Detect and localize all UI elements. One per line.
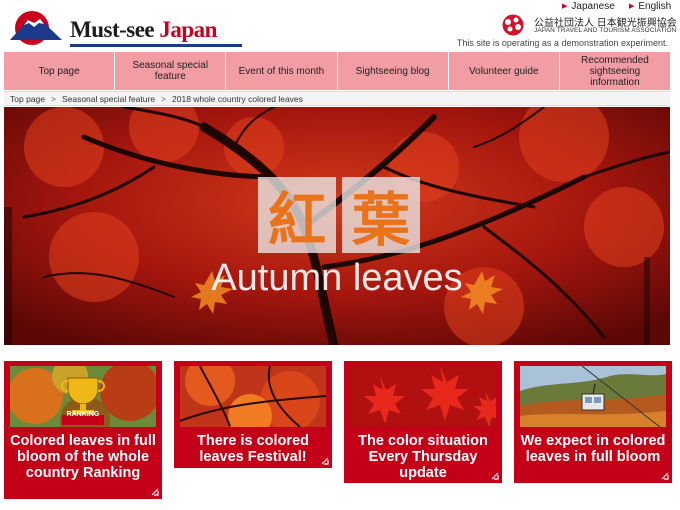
logo-wordmark: Must-see Japan	[70, 17, 217, 43]
triangle-icon: ▶	[562, 3, 568, 10]
arrow-corner-icon	[321, 457, 329, 465]
ranking-badge: RANKING	[66, 411, 100, 418]
card-color-situation-image	[350, 366, 496, 427]
lang-english-label: English	[638, 1, 672, 12]
nav-item-event-of-month[interactable]: Event of this month	[226, 52, 338, 90]
logo-text-japan: Japan	[159, 17, 217, 42]
card-festival-image	[180, 366, 326, 427]
nav-item-sightseeing-blog[interactable]: Sightseeing blog	[337, 52, 449, 90]
card-color-situation[interactable]: The color situation Every Thursday updat…	[344, 361, 502, 483]
demo-notice: This site is operating as a demonstratio…	[456, 38, 668, 48]
triangle-icon: ▶	[629, 3, 635, 10]
hero-kanji-kou: 紅	[258, 177, 336, 254]
lang-link-english[interactable]: ▶ English	[629, 1, 671, 12]
card-festival[interactable]: There is colored leaves Festival!	[174, 361, 332, 468]
lang-link-japanese[interactable]: ▶ Japanese	[562, 1, 615, 12]
card-forecast-image	[520, 366, 666, 427]
hero-kanji-you: 葉	[342, 177, 420, 254]
nav-item-seasonal-feature[interactable]: Seasonal special feature	[115, 52, 227, 90]
card-festival-title: There is colored leaves Festival!	[196, 433, 309, 465]
arrow-corner-icon	[491, 472, 499, 480]
nav-item-recommended-info[interactable]: Recommended sightseeing information	[559, 52, 671, 90]
autumn-leaves-photo	[4, 107, 670, 345]
lang-japanese-label: Japanese	[571, 1, 615, 12]
site-logo[interactable]: Must-see Japan	[8, 6, 242, 47]
card-color-situation-title: The color situation Every Thursday updat…	[358, 433, 488, 481]
breadcrumb-separator: >	[50, 93, 56, 104]
breadcrumb-separator: >	[161, 93, 167, 104]
nav-item-top-page[interactable]: Top page	[4, 52, 116, 90]
breadcrumb: Top page > Seasonal special feature > 20…	[4, 91, 670, 106]
arrow-corner-icon	[661, 472, 669, 480]
fuji-logo-icon	[10, 11, 62, 45]
breadcrumb-seasonal-feature[interactable]: Seasonal special feature	[62, 94, 155, 104]
site-header: Must-see Japan ▶ Japanese ▶ English 公益社団法人…	[0, 0, 680, 50]
nav-item-volunteer-guide[interactable]: Volunteer guide	[448, 52, 560, 90]
logo-underline	[70, 44, 242, 47]
main-nav: Top page Seasonal special feature Event …	[4, 52, 671, 90]
hero-subtitle: Autumn leaves	[211, 257, 463, 299]
logo-text-main: Must-see	[70, 17, 160, 42]
card-ranking-title: Colored leaves in full bloom of the whol…	[10, 433, 156, 481]
hero-banner: 紅 葉 Autumn leaves	[4, 107, 670, 345]
association-logo[interactable]: 公益社団法人 日本観光振興協会 JAPAN TRAVEL AND TOURISM…	[499, 14, 677, 36]
breadcrumb-top-page[interactable]: Top page	[10, 94, 45, 104]
card-forecast[interactable]: We expect in colored leaves in full bloo…	[514, 361, 672, 483]
association-name-en: JAPAN TRAVEL AND TOURISM ASSOCIATION	[534, 27, 677, 34]
association-emblem-icon	[502, 14, 524, 36]
breadcrumb-current: 2018 whole country colored leaves	[172, 93, 303, 104]
card-forecast-title: We expect in colored leaves in full bloo…	[520, 433, 666, 465]
card-ranking[interactable]: Colored leaves in full bloom of the whol…	[4, 361, 162, 499]
arrow-corner-icon	[151, 488, 159, 496]
